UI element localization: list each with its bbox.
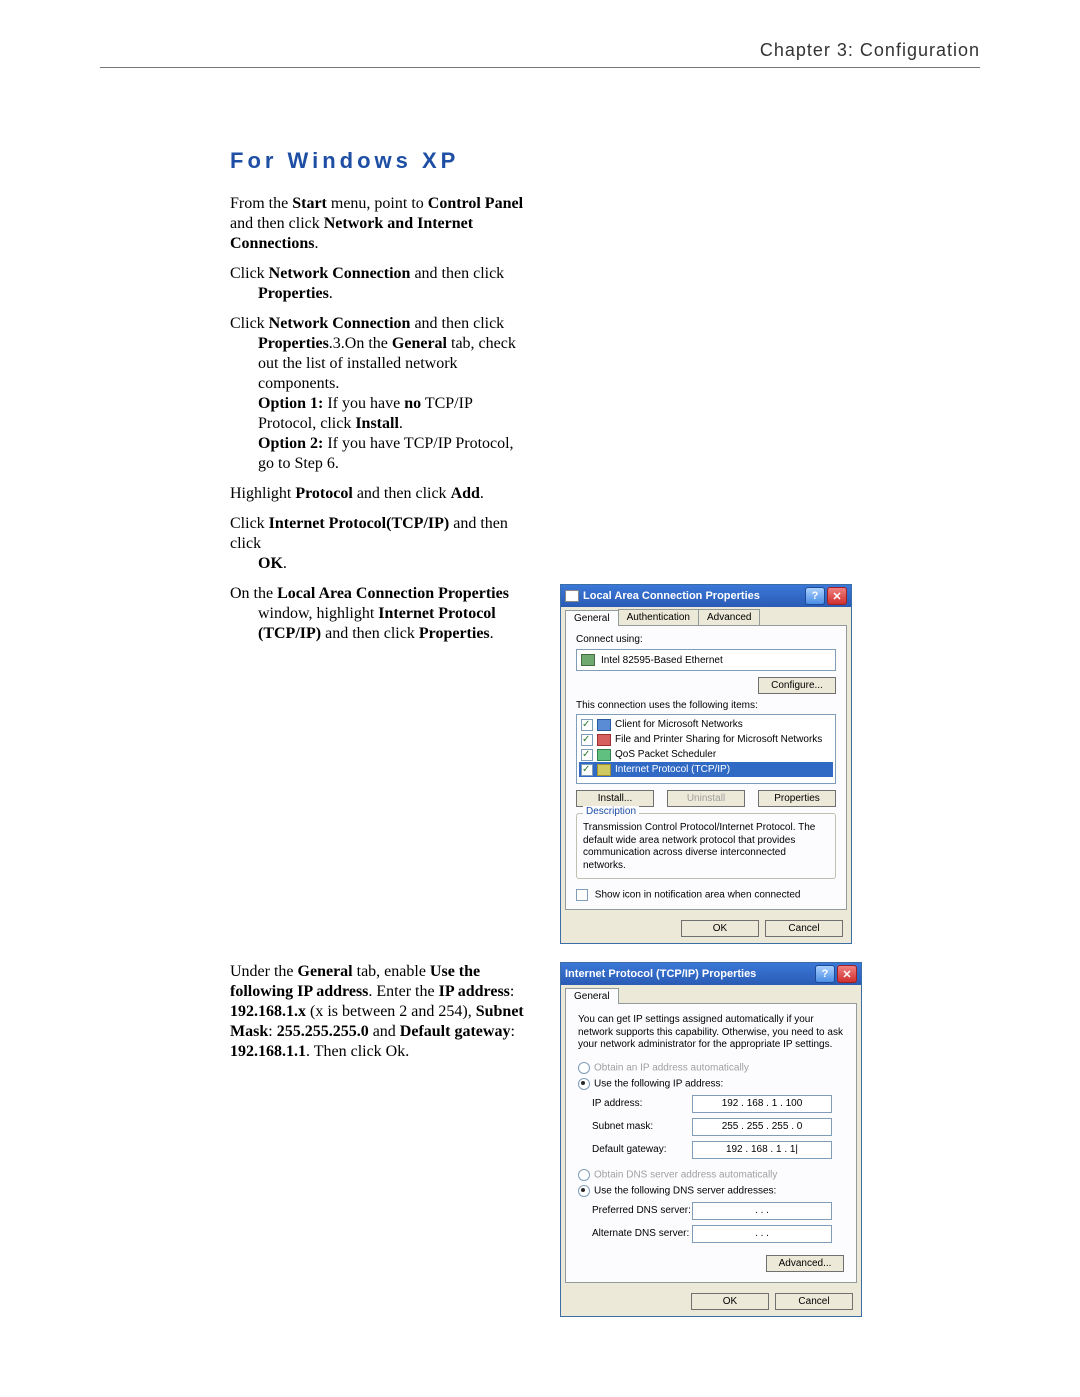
ip-input[interactable]: 192 . 168 . 1 . 100 xyxy=(692,1095,832,1113)
step-3: Click Network Connection and then click … xyxy=(230,314,530,478)
step-2: Click Network Connection and then click … xyxy=(230,264,530,308)
tab-general[interactable]: General xyxy=(565,610,619,626)
fps-icon xyxy=(597,734,611,746)
client-icon xyxy=(597,719,611,731)
step-5: Click Internet Protocol(TCP/IP) and then… xyxy=(230,514,530,578)
properties-button[interactable]: Properties xyxy=(758,790,836,807)
ip-label: IP address: xyxy=(592,1098,692,1109)
dialog-tcpip-properties: Internet Protocol (TCP/IP) Properties ? … xyxy=(560,962,862,1317)
close-button[interactable]: ✕ xyxy=(837,965,857,983)
intro-text: You can get IP settings assigned automat… xyxy=(578,1014,844,1052)
show-icon-checkbox[interactable] xyxy=(576,889,588,901)
configure-button[interactable]: Configure... xyxy=(758,677,836,694)
step-1: From the Start menu, point to Control Pa… xyxy=(230,194,530,258)
list-item[interactable]: Client for Microsoft Networks xyxy=(579,717,833,732)
dialog-icon xyxy=(565,590,579,602)
install-button[interactable]: Install... xyxy=(576,790,654,807)
adapter-field: Intel 82595-Based Ethernet xyxy=(576,649,836,671)
tab-authentication[interactable]: Authentication xyxy=(618,609,699,625)
ok-button[interactable]: OK xyxy=(681,920,759,937)
close-button[interactable]: ✕ xyxy=(827,587,847,605)
step-6: On the Local Area Connection Properties … xyxy=(230,584,530,648)
tcpip-icon xyxy=(597,764,611,776)
help-button[interactable]: ? xyxy=(815,965,835,983)
list-item[interactable]: QoS Packet Scheduler xyxy=(579,747,833,762)
radio-auto-ip[interactable]: Obtain an IP address automatically xyxy=(578,1062,844,1074)
cancel-button[interactable]: Cancel xyxy=(765,920,843,937)
page-header: Chapter 3: Configuration xyxy=(100,40,980,68)
checkbox-icon[interactable] xyxy=(581,734,593,746)
description-text: Transmission Control Protocol/Internet P… xyxy=(583,818,829,872)
pref-dns-input[interactable]: . . . xyxy=(692,1202,832,1220)
uninstall-button: Uninstall xyxy=(667,790,745,807)
dialog-lan-properties: Local Area Connection Properties ? ✕ Gen… xyxy=(560,584,852,944)
gateway-input[interactable]: 192 . 168 . 1 . 1| xyxy=(692,1141,832,1159)
help-button[interactable]: ? xyxy=(805,587,825,605)
mask-input[interactable]: 255 . 255 . 255 . 0 xyxy=(692,1118,832,1136)
checkbox-icon[interactable] xyxy=(581,749,593,761)
radio-use-dns[interactable]: Use the following DNS server addresses: xyxy=(578,1185,844,1197)
connect-using-label: Connect using: xyxy=(576,634,836,645)
section-title: For Windows XP xyxy=(230,148,980,174)
qos-icon xyxy=(597,749,611,761)
description-legend: Description xyxy=(583,806,639,817)
components-list[interactable]: Client for Microsoft Networks File and P… xyxy=(576,714,836,784)
items-label: This connection uses the following items… xyxy=(576,700,836,711)
mask-label: Subnet mask: xyxy=(592,1121,692,1132)
adapter-icon xyxy=(581,654,595,666)
alt-dns-input[interactable]: . . . xyxy=(692,1225,832,1243)
dialog-title: Internet Protocol (TCP/IP) Properties xyxy=(565,968,813,980)
step-7: Under the General tab, enable Use the fo… xyxy=(230,962,530,1066)
pref-dns-label: Preferred DNS server: xyxy=(592,1205,692,1216)
tab-general[interactable]: General xyxy=(565,988,619,1004)
ok-button[interactable]: OK xyxy=(691,1293,769,1310)
step-4: Highlight Protocol and then click Add. xyxy=(230,484,530,508)
radio-use-ip[interactable]: Use the following IP address: xyxy=(578,1078,844,1090)
gateway-label: Default gateway: xyxy=(592,1144,692,1155)
checkbox-icon[interactable] xyxy=(581,764,593,776)
list-item[interactable]: File and Printer Sharing for Microsoft N… xyxy=(579,732,833,747)
list-item-selected[interactable]: Internet Protocol (TCP/IP) xyxy=(579,762,833,777)
radio-auto-dns: Obtain DNS server address automatically xyxy=(578,1169,844,1181)
cancel-button[interactable]: Cancel xyxy=(775,1293,853,1310)
tab-advanced[interactable]: Advanced xyxy=(698,609,760,625)
checkbox-icon[interactable] xyxy=(581,719,593,731)
show-icon-label: Show icon in notification area when conn… xyxy=(595,890,801,901)
alt-dns-label: Alternate DNS server: xyxy=(592,1228,692,1239)
advanced-button[interactable]: Advanced... xyxy=(766,1255,844,1272)
dialog-title: Local Area Connection Properties xyxy=(583,590,803,602)
